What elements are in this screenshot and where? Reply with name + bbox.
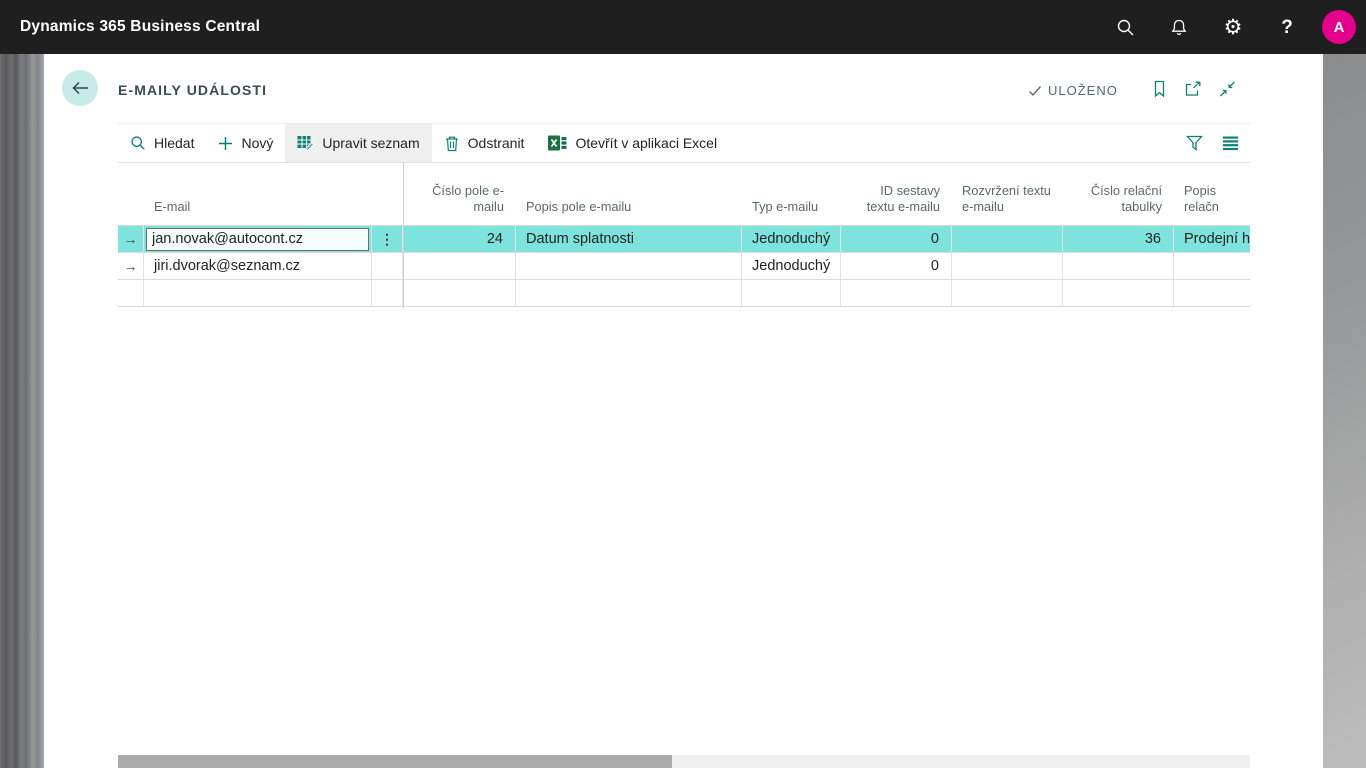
app-title: Dynamics 365 Business Central	[20, 18, 260, 36]
toolbar-right-icons	[1186, 124, 1250, 162]
popis-rel-cell[interactable]	[1174, 280, 1250, 306]
column-header-ellipsis	[372, 163, 403, 225]
notifications-bell-icon[interactable]	[1152, 0, 1206, 54]
ellipsis-cell-empty	[372, 280, 403, 306]
column-header-cislo-rel[interactable]: Číslo relační tabulky	[1063, 163, 1174, 225]
cislo-pole-cell[interactable]	[403, 280, 516, 306]
back-button[interactable]	[62, 70, 98, 106]
popis-rel-cell[interactable]	[1174, 253, 1250, 279]
column-header-rozvrzeni[interactable]: Rozvržení textu e-mailu	[952, 163, 1063, 225]
column-header-selector	[118, 163, 144, 225]
action-toolbar: Hledat Nový Upravit seznam Odstranit	[118, 123, 1250, 163]
search-icon	[130, 135, 146, 151]
email-cell	[144, 226, 372, 252]
back-arrow-icon	[71, 81, 90, 95]
page-canvas: E-MAILY UDÁLOSTI ULOŽENO	[44, 54, 1323, 768]
new-button-label: Nový	[241, 135, 273, 151]
table-header-row: E-mail Číslo pole e-mailu Popis pole e-m…	[118, 163, 1250, 226]
email-cell[interactable]	[144, 280, 372, 306]
delete-button-label: Odstranit	[468, 135, 525, 151]
cislo-rel-cell[interactable]	[1063, 280, 1174, 306]
search-list-button[interactable]: Hledat	[118, 124, 206, 162]
column-header-id-sestavy[interactable]: ID sestavy textu e-mailu	[841, 163, 952, 225]
trash-icon	[444, 135, 460, 152]
ellipsis-cell-empty	[372, 253, 403, 279]
check-icon	[1028, 85, 1042, 97]
cislo-rel-cell[interactable]: 36	[1063, 226, 1174, 252]
popis-rel-cell[interactable]: Prodejní hl	[1174, 226, 1250, 252]
row-selector-arrow-icon[interactable]: →	[118, 226, 144, 252]
cislo-rel-cell[interactable]	[1063, 253, 1174, 279]
rozvrzeni-cell[interactable]	[952, 253, 1063, 279]
id-sestavy-cell[interactable]: 0	[841, 226, 952, 252]
delete-button[interactable]: Odstranit	[432, 124, 537, 162]
table-row: → ⋮ 24 Datum splatnosti Jednoduchý 0 36 …	[118, 226, 1250, 253]
events-email-table: E-mail Číslo pole e-mailu Popis pole e-m…	[118, 163, 1250, 307]
open-in-excel-button-label: Otevřít v aplikaci Excel	[575, 135, 717, 151]
cislo-pole-cell[interactable]	[403, 253, 516, 279]
topbar-actions: ⚙ ? A	[1098, 0, 1366, 54]
list-options-icon[interactable]	[1222, 135, 1239, 151]
horizontal-scrollbar-track[interactable]	[118, 755, 1250, 768]
bookmark-icon[interactable]	[1152, 80, 1167, 98]
edit-list-icon	[297, 135, 314, 151]
page-header-icons	[1152, 80, 1236, 98]
more-options-icon[interactable]: ⋮	[372, 226, 403, 252]
cislo-pole-cell[interactable]: 24	[403, 226, 516, 252]
column-header-popis-pole[interactable]: Popis pole e-mailu	[516, 163, 742, 225]
popis-pole-cell[interactable]	[516, 280, 742, 306]
page-title: E-MAILY UDÁLOSTI	[118, 82, 267, 98]
column-header-cislo-pole[interactable]: Číslo pole e-mailu	[403, 163, 516, 225]
email-cell-input[interactable]	[146, 228, 369, 251]
excel-icon	[548, 134, 567, 152]
save-status: ULOŽENO	[1028, 83, 1118, 98]
row-selector-empty[interactable]	[118, 280, 144, 306]
open-in-excel-button[interactable]: Otevřít v aplikaci Excel	[536, 124, 729, 162]
id-sestavy-cell[interactable]	[841, 280, 952, 306]
table-row: → jiri.dvorak@seznam.cz Jednoduchý 0	[118, 253, 1250, 280]
typ-cell[interactable]: Jednoduchý	[742, 226, 841, 252]
search-button-label: Hledat	[154, 135, 194, 151]
new-button[interactable]: Nový	[206, 124, 285, 162]
plus-icon	[218, 136, 233, 151]
desktop-backdrop-right	[1323, 54, 1366, 768]
column-header-email[interactable]: E-mail	[144, 163, 372, 225]
row-selector-arrow-icon[interactable]: →	[118, 253, 144, 279]
top-app-bar: Dynamics 365 Business Central ⚙ ? A	[0, 0, 1366, 54]
save-status-label: ULOŽENO	[1048, 83, 1118, 98]
typ-cell[interactable]	[742, 280, 841, 306]
collapse-icon[interactable]	[1219, 81, 1236, 97]
rozvrzeni-cell[interactable]	[952, 226, 1063, 252]
column-header-typ[interactable]: Typ e-mailu	[742, 163, 841, 225]
filter-icon[interactable]	[1186, 135, 1203, 151]
open-in-new-window-icon[interactable]	[1184, 81, 1202, 97]
popis-pole-cell[interactable]	[516, 253, 742, 279]
search-icon[interactable]	[1098, 0, 1152, 54]
table-row	[118, 280, 1250, 307]
horizontal-scrollbar-thumb[interactable]	[118, 755, 672, 768]
edit-list-button-label: Upravit seznam	[322, 135, 419, 151]
user-avatar[interactable]: A	[1322, 10, 1356, 44]
edit-list-button[interactable]: Upravit seznam	[285, 124, 431, 162]
popis-pole-cell[interactable]: Datum splatnosti	[516, 226, 742, 252]
column-header-popis-rel[interactable]: Popis relačn	[1174, 163, 1250, 225]
id-sestavy-cell[interactable]: 0	[841, 253, 952, 279]
frozen-column-divider	[403, 163, 404, 308]
help-icon[interactable]: ?	[1260, 0, 1314, 54]
desktop-backdrop-left	[0, 54, 44, 768]
typ-cell[interactable]: Jednoduchý	[742, 253, 841, 279]
settings-gear-icon[interactable]: ⚙	[1206, 0, 1260, 54]
email-cell[interactable]: jiri.dvorak@seznam.cz	[144, 253, 372, 279]
rozvrzeni-cell[interactable]	[952, 280, 1063, 306]
